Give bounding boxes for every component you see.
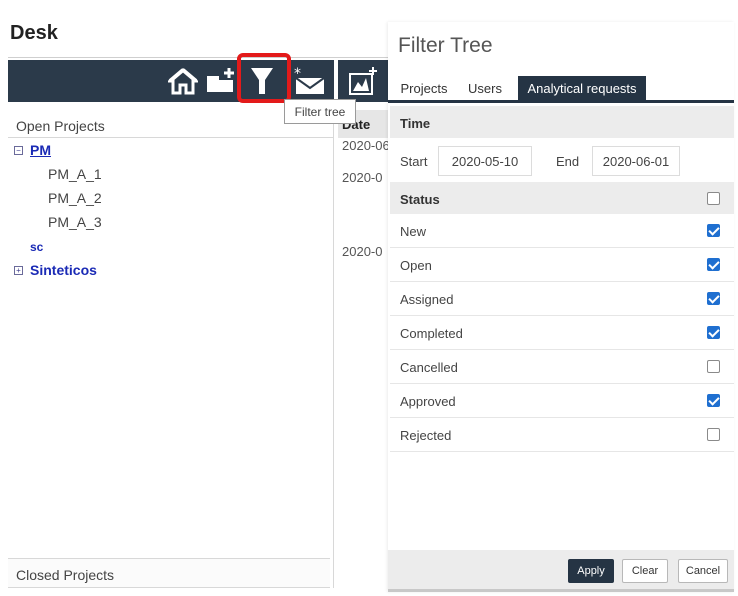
- project-tree-panel: Open Projects − PM PM_A_1 PM_A_2 PM_A_3 …: [8, 104, 334, 588]
- desk-toolbar-secondary: [338, 60, 388, 102]
- tree-node-sinteticos[interactable]: + Sinteticos: [14, 262, 97, 278]
- date-cell: 2020-0: [342, 170, 383, 185]
- status-checkbox[interactable]: [707, 292, 720, 305]
- svg-text:*: *: [294, 66, 301, 82]
- date-cell: 2020-0: [342, 244, 383, 259]
- tree-item[interactable]: PM_A_3: [48, 214, 102, 230]
- status-checkbox[interactable]: [707, 394, 720, 407]
- status-label: Assigned: [400, 292, 454, 307]
- tree-item[interactable]: PM_A_2: [48, 190, 102, 206]
- tree-node-label[interactable]: sc: [30, 240, 43, 254]
- status-checkbox[interactable]: [707, 224, 720, 237]
- end-label: End: [556, 154, 580, 169]
- tree-node-label[interactable]: Sinteticos: [30, 262, 97, 278]
- status-row-open[interactable]: Open: [390, 248, 734, 282]
- new-project-icon[interactable]: [204, 64, 238, 98]
- status-checkbox[interactable]: [707, 326, 720, 339]
- closed-projects-header[interactable]: Closed Projects: [8, 558, 330, 588]
- end-date-field[interactable]: 2020-06-01: [592, 146, 680, 176]
- time-section-header: Time: [390, 106, 734, 138]
- filter-tree-tooltip: Filter tree: [284, 99, 356, 124]
- status-checkbox[interactable]: [707, 428, 720, 441]
- collapse-icon[interactable]: −: [14, 145, 23, 155]
- tree-node-pm[interactable]: − PM: [14, 142, 51, 158]
- tab-projects[interactable]: Projects: [396, 76, 452, 100]
- home-icon[interactable]: [166, 64, 200, 98]
- status-checkbox[interactable]: [707, 360, 720, 373]
- clear-button[interactable]: Clear: [622, 559, 668, 583]
- date-cell: 2020-06: [342, 138, 388, 153]
- filter-button-highlight: [237, 53, 291, 103]
- requests-table-column: Date 2020-06 2020-0 2020-0: [338, 104, 388, 588]
- status-select-all-checkbox[interactable]: [707, 192, 720, 205]
- new-request-icon[interactable]: *: [292, 64, 326, 98]
- status-label: Open: [400, 258, 432, 273]
- start-label: Start: [400, 154, 428, 169]
- status-label: Rejected: [400, 428, 452, 443]
- status-row-assigned[interactable]: Assigned: [390, 282, 734, 316]
- apply-button[interactable]: Apply: [568, 559, 614, 583]
- tree-node-label[interactable]: PM: [30, 142, 51, 158]
- status-label: Completed: [400, 326, 463, 341]
- filter-tree-panel: Filter Tree Projects Users Analytical re…: [388, 22, 734, 592]
- status-row-rejected[interactable]: Rejected: [390, 418, 734, 452]
- tree-node-sc[interactable]: sc: [30, 240, 43, 254]
- status-row-completed[interactable]: Completed: [390, 316, 734, 350]
- filter-footer: Apply Clear Cancel: [388, 550, 734, 592]
- cancel-button[interactable]: Cancel: [678, 559, 728, 583]
- desk-title: Desk: [10, 22, 58, 44]
- status-label: Cancelled: [400, 360, 458, 375]
- start-date-field[interactable]: 2020-05-10: [438, 146, 532, 176]
- tabs-underline: [388, 100, 734, 103]
- status-checkbox[interactable]: [707, 258, 720, 271]
- status-row-new[interactable]: New: [390, 214, 734, 248]
- filter-tabs: Projects Users Analytical requests: [388, 76, 734, 100]
- new-chart-icon[interactable]: [346, 64, 380, 98]
- status-section-label: Status: [400, 192, 440, 207]
- status-label: New: [400, 224, 427, 239]
- tab-users[interactable]: Users: [464, 76, 506, 100]
- status-row-cancelled[interactable]: Cancelled: [390, 350, 734, 384]
- tab-analytical-requests[interactable]: Analytical requests: [518, 76, 646, 100]
- filter-panel-title: Filter Tree: [398, 34, 493, 57]
- desk-header: Desk: [8, 8, 388, 58]
- tree-item[interactable]: PM_A_1: [48, 166, 102, 182]
- expand-icon[interactable]: +: [14, 265, 23, 275]
- status-label: Approved: [400, 394, 456, 409]
- status-section-header: Status: [390, 182, 734, 214]
- status-row-approved[interactable]: Approved: [390, 384, 734, 418]
- time-range-row: Start 2020-05-10 End 2020-06-01: [390, 140, 734, 182]
